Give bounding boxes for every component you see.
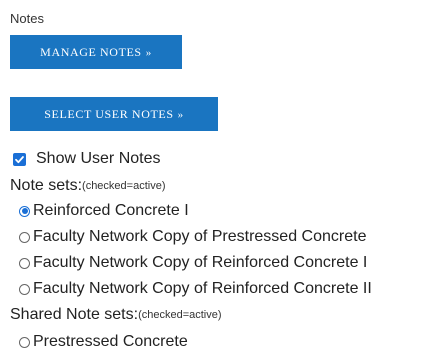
shared-note-set-item[interactable]: Prestressed Concrete (19, 331, 188, 353)
show-user-notes-checkbox[interactable] (13, 152, 26, 166)
note-set-radio[interactable] (19, 205, 30, 217)
note-set-item[interactable]: Reinforced Concrete I (19, 200, 189, 222)
note-set-item[interactable]: Faculty Network Copy of Reinforced Concr… (19, 278, 372, 300)
show-user-notes-label: Show User Notes (36, 150, 161, 167)
select-user-notes-label: SELECT USER NOTES (44, 107, 174, 121)
note-sets-hint: (checked=active) (82, 180, 166, 192)
note-set-radio[interactable] (19, 283, 30, 295)
manage-notes-label: MANAGE NOTES (40, 45, 142, 59)
shared-note-sets-label: Shared Note sets: (10, 306, 139, 323)
note-set-radio[interactable] (19, 257, 30, 269)
note-set-item[interactable]: Faculty Network Copy of Prestressed Conc… (19, 226, 366, 248)
show-user-notes-toggle[interactable]: Show User Notes (10, 148, 161, 170)
note-set-radio[interactable] (19, 231, 30, 243)
note-set-label: Reinforced Concrete I (33, 202, 189, 219)
select-user-notes-button[interactable]: SELECT USER NOTES» (10, 97, 218, 131)
note-set-item[interactable]: Faculty Network Copy of Reinforced Concr… (19, 252, 367, 274)
double-chevron-right-icon: » (177, 109, 184, 121)
checkmark-icon (15, 155, 24, 163)
note-sets-label: Note sets: (10, 177, 83, 194)
note-set-label: Faculty Network Copy of Reinforced Concr… (33, 254, 368, 271)
note-set-label: Faculty Network Copy of Reinforced Concr… (33, 280, 372, 297)
shared-note-set-radio[interactable] (19, 336, 30, 348)
note-set-label: Faculty Network Copy of Prestressed Conc… (33, 228, 367, 245)
double-chevron-right-icon: » (145, 47, 152, 59)
shared-note-sets-heading: Shared Note sets: (checked=active) (10, 304, 222, 326)
shared-note-set-label: Prestressed Concrete (33, 333, 188, 350)
notes-section-title: Notes (10, 11, 44, 26)
notes-panel: Notes MANAGE NOTES» SELECT USER NOTES» S… (10, 0, 443, 364)
manage-notes-button[interactable]: MANAGE NOTES» (10, 35, 182, 69)
note-sets-heading: Note sets: (checked=active) (10, 175, 166, 197)
shared-note-sets-hint: (checked=active) (138, 309, 222, 321)
